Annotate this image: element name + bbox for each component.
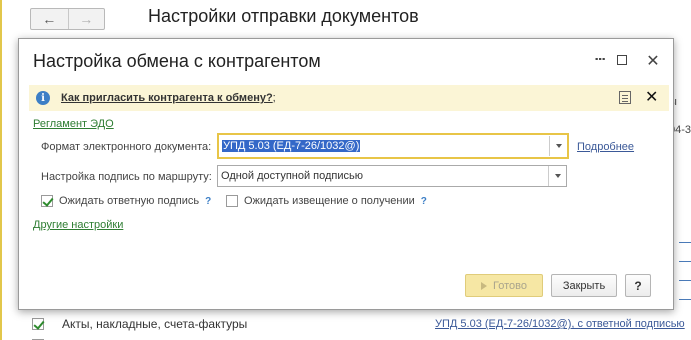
bg-link-stub[interactable] xyxy=(679,270,691,281)
dialog-title: Настройка обмена с контрагентом xyxy=(33,51,321,71)
help-label: ? xyxy=(634,278,642,293)
await-signature-option[interactable]: Ожидать ответную подпись ? xyxy=(41,195,211,207)
info-tail: ; xyxy=(272,92,276,104)
info-close-icon[interactable]: ✕ xyxy=(645,87,658,107)
forward-button[interactable]: → xyxy=(67,9,105,29)
row-label: Акты, накладные, счета-фактуры xyxy=(62,317,248,331)
page-title: Настройки отправки документов xyxy=(148,6,419,26)
back-button[interactable]: ← xyxy=(31,9,68,29)
bg-link-stub[interactable] xyxy=(679,251,691,262)
row-format-link[interactable]: УПД 5.03 (ЕД-7-26/1032@), с ответной под… xyxy=(435,318,685,330)
format-label: Формат электронного документа: xyxy=(41,141,212,153)
help-button[interactable]: ? xyxy=(625,274,651,297)
list-icon[interactable] xyxy=(619,91,631,104)
row-checkbox[interactable] xyxy=(32,318,44,330)
format-select[interactable]: УПД 5.03 (ЕД-7-26/1032@) xyxy=(217,133,569,159)
edo-regulation-link[interactable]: Регламент ЭДО xyxy=(33,118,114,130)
invite-counterparty-link[interactable]: Как пригласить контрагента к обмену? xyxy=(61,92,273,104)
done-button[interactable]: Готово xyxy=(465,274,543,297)
help-icon[interactable]: ? xyxy=(205,196,211,207)
await-signature-label: Ожидать ответную подпись xyxy=(59,195,200,207)
await-receipt-option[interactable]: Ожидать извещение о получении ? xyxy=(226,195,427,207)
chevron-down-icon[interactable] xyxy=(548,166,566,186)
close-icon[interactable]: ✕ xyxy=(643,51,663,71)
close-label: Закрыть xyxy=(562,279,606,292)
info-bar: i Как пригласить контрагента к обмену? ;… xyxy=(29,85,669,111)
table-row[interactable] xyxy=(32,334,691,340)
info-icon: i xyxy=(36,91,50,105)
bg-link-stub[interactable] xyxy=(679,289,691,300)
nav-buttons: ← → xyxy=(30,8,105,30)
table-row[interactable]: Акты, накладные, счета-фактуры УПД 5.03 … xyxy=(32,314,691,334)
await-signature-checkbox[interactable] xyxy=(41,195,53,207)
signature-value: Одной доступной подписью xyxy=(221,170,364,182)
other-settings-link[interactable]: Другие настройки xyxy=(33,219,123,231)
bg-link-stub[interactable] xyxy=(679,232,691,243)
signature-label: Настройка подпись по маршруту: xyxy=(41,171,212,183)
await-receipt-label: Ожидать извещение о получении xyxy=(244,195,415,207)
done-label: Готово xyxy=(493,279,527,292)
await-receipt-checkbox[interactable] xyxy=(226,195,238,207)
play-icon xyxy=(481,281,488,290)
format-value: УПД 5.03 (ЕД-7-26/1032@) xyxy=(222,140,361,152)
signature-select[interactable]: Одной доступной подписью xyxy=(217,165,567,187)
more-menu-icon[interactable]: ⋮ xyxy=(587,53,607,64)
close-button[interactable]: Закрыть xyxy=(551,274,617,297)
bg-right-links xyxy=(679,232,691,308)
more-info-link[interactable]: Подробнее xyxy=(577,141,634,153)
chevron-down-icon[interactable] xyxy=(549,136,567,156)
exchange-settings-dialog: Настройка обмена с контрагентом ⋮ ✕ i Ка… xyxy=(18,38,674,310)
maximize-icon[interactable] xyxy=(612,51,632,68)
help-icon[interactable]: ? xyxy=(421,196,427,207)
